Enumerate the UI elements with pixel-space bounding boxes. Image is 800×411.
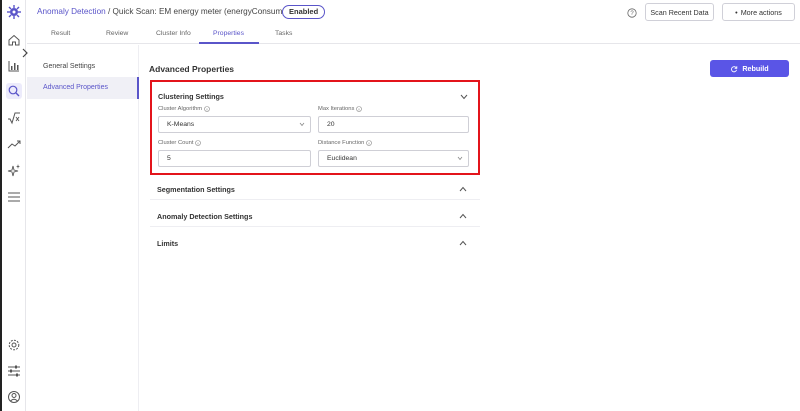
cluster-algorithm-label: Cluster Algorithm — [158, 106, 210, 112]
more-actions-dot-icon: • — [735, 7, 738, 17]
nav-advanced-properties[interactable]: Advanced Properties — [27, 77, 139, 99]
max-iterations-label: Max Iterations — [318, 106, 363, 112]
breadcrumb-link[interactable]: Anomaly Detection — [37, 7, 106, 16]
max-iterations-input[interactable]: 20 — [318, 116, 469, 133]
segmentation-settings-header[interactable]: Segmentation Settings — [150, 178, 480, 200]
cluster-algorithm-label-text: Cluster Algorithm — [158, 106, 203, 112]
tab-cluster-info[interactable]: Cluster Info — [156, 30, 191, 37]
svg-text:?: ? — [630, 11, 634, 17]
page-title: Advanced Properties — [149, 64, 235, 74]
more-actions-button[interactable]: • More actions — [722, 3, 795, 21]
limits-title: Limits — [157, 239, 179, 248]
sparkle-icon[interactable] — [6, 162, 22, 178]
chevron-down-icon[interactable] — [460, 94, 468, 100]
info-icon[interactable] — [195, 140, 202, 146]
cluster-algorithm-select[interactable]: K-Means — [158, 116, 311, 133]
distance-function-select[interactable]: Euclidean — [318, 150, 469, 167]
menu-icon[interactable] — [6, 189, 22, 205]
sqrt-icon[interactable] — [6, 110, 22, 126]
breadcrumb-current: / Quick Scan: EM energy meter (energyCon… — [105, 7, 303, 16]
settings-icon[interactable] — [6, 337, 22, 353]
search-icon[interactable] — [6, 83, 22, 99]
anomaly-detection-settings-header[interactable]: Anomaly Detection Settings — [150, 205, 480, 227]
distance-function-label-text: Distance Function — [318, 140, 365, 146]
info-icon[interactable] — [204, 106, 210, 112]
status-badge: Enabled — [282, 5, 326, 19]
max-iterations-label-text: Max Iterations — [318, 106, 355, 112]
rebuild-button[interactable]: Rebuild — [710, 60, 789, 77]
chevron-down-icon — [457, 156, 463, 161]
active-tab-indicator — [199, 42, 259, 44]
user-icon[interactable] — [6, 389, 22, 405]
cluster-count-value: 5 — [167, 155, 171, 162]
distance-function-label: Distance Function — [318, 140, 373, 146]
segmentation-settings-title: Segmentation Settings — [157, 185, 235, 194]
clustering-settings-panel: Clustering Settings Cluster Algorithm K-… — [150, 80, 480, 175]
trend-icon[interactable] — [6, 136, 22, 152]
cluster-count-input[interactable]: 5 — [158, 150, 311, 167]
nav-general-settings[interactable]: General Settings — [27, 56, 139, 78]
cluster-count-label-text: Cluster Count — [158, 140, 194, 146]
page-header: Anomaly Detection / Quick Scan: EM energ… — [27, 0, 800, 26]
chevron-up-icon — [459, 186, 467, 192]
distance-function-value: Euclidean — [327, 155, 357, 162]
home-icon[interactable] — [6, 32, 22, 48]
rebuild-label: Rebuild — [742, 64, 769, 73]
info-icon[interactable] — [356, 106, 363, 112]
clustering-settings-title[interactable]: Clustering Settings — [158, 92, 224, 101]
anomaly-detection-settings-title: Anomaly Detection Settings — [157, 212, 253, 221]
limits-header[interactable]: Limits — [150, 232, 480, 254]
help-icon[interactable]: ? — [627, 8, 637, 18]
max-iterations-value: 20 — [327, 121, 335, 128]
icon-rail — [2, 0, 26, 411]
cluster-algorithm-value: K-Means — [167, 121, 195, 128]
info-icon[interactable] — [366, 140, 373, 146]
tab-review[interactable]: Review — [106, 30, 128, 37]
settings-nav: General Settings Advanced Properties — [27, 45, 139, 411]
chevron-up-icon — [459, 240, 467, 246]
chevron-down-icon — [299, 122, 305, 127]
cluster-count-label: Cluster Count — [158, 140, 202, 146]
tab-tasks[interactable]: Tasks — [275, 30, 292, 37]
bar-chart-icon[interactable] — [6, 58, 22, 74]
chevron-up-icon — [459, 213, 467, 219]
refresh-icon — [731, 65, 738, 72]
sliders-icon[interactable] — [6, 363, 22, 379]
scan-recent-data-button[interactable]: Scan Recent Data — [645, 3, 714, 21]
breadcrumb: Anomaly Detection / Quick Scan: EM energ… — [37, 7, 303, 16]
logo-icon[interactable] — [6, 4, 22, 20]
tab-properties[interactable]: Properties — [213, 30, 244, 37]
tab-result[interactable]: Result — [51, 30, 70, 37]
more-actions-label: More actions — [740, 7, 782, 17]
tab-bar: Result Review Cluster Info Properties Ta… — [27, 26, 800, 44]
